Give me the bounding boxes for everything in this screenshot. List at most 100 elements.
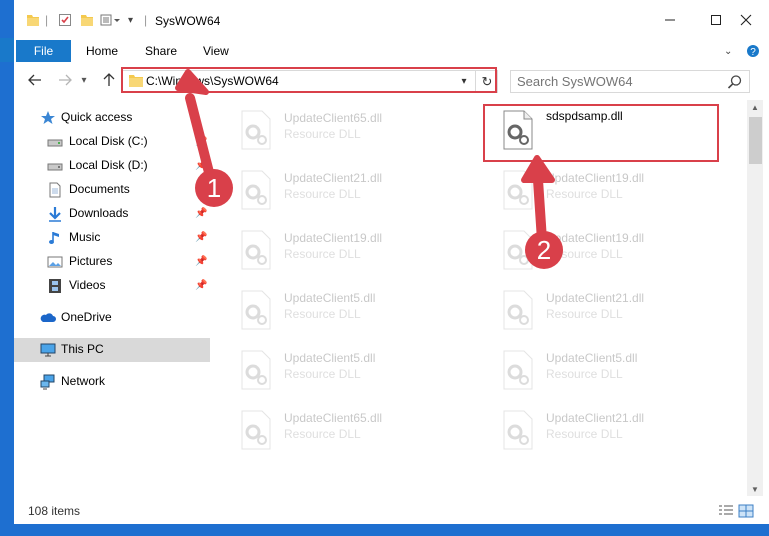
separator: |	[45, 13, 49, 27]
vertical-scrollbar[interactable]: ▲ ▼	[747, 100, 763, 496]
dll-file-icon	[241, 230, 271, 270]
file-name: UpdateClient5.dll	[546, 351, 638, 365]
pin-icon[interactable]: 📌	[195, 280, 207, 292]
sidebar-item-onedrive[interactable]: OneDrive	[14, 306, 210, 330]
film-icon	[49, 279, 61, 293]
dropdown-arrow-icon[interactable]: ▾	[128, 10, 133, 30]
dll-file-icon	[241, 290, 271, 330]
dll-file-icon	[503, 350, 533, 390]
file-item[interactable]: UpdateClient5.dll Resource DLL	[224, 280, 464, 336]
file-item[interactable]: UpdateClient5.dll Resource DLL	[486, 340, 726, 396]
pictures-icon	[47, 256, 63, 268]
ribbon-tabs: File Home Share View ⌄ ?	[14, 40, 769, 62]
file-item[interactable]: UpdateClient19.dll Resource DLL	[486, 160, 726, 216]
file-item[interactable]: UpdateClient65.dll Resource DLL	[224, 100, 464, 156]
file-item[interactable]: UpdateClient21.dll Resource DLL	[486, 280, 726, 336]
pin-icon[interactable]: 📌	[195, 184, 207, 196]
separator: |	[144, 13, 148, 27]
file-name: UpdateClient19.dll	[546, 231, 645, 245]
pin-icon[interactable]: 📌	[195, 160, 207, 172]
folder-icon	[26, 10, 40, 30]
recent-locations-icon[interactable]: ▾	[78, 70, 90, 90]
window-title: SysWOW64	[155, 14, 221, 28]
dll-file-icon	[241, 410, 271, 450]
file-name: UpdateClient21.dll	[546, 291, 645, 305]
address-bar-highlight	[121, 67, 497, 93]
sidebar-item-music[interactable]: Music 📌	[14, 226, 210, 250]
file-item[interactable]: UpdateClient19.dll Resource DLL	[486, 220, 726, 276]
file-type: Resource DLL	[284, 247, 361, 261]
tab-file[interactable]: File	[16, 40, 71, 62]
svg-text:?: ?	[750, 47, 756, 58]
sidebar-item-local-disk-d[interactable]: Local Disk (D:) 📌	[14, 154, 210, 178]
scrollbar-thumb[interactable]	[749, 117, 762, 164]
sidebar-item-network[interactable]: Network	[14, 370, 210, 394]
pin-icon[interactable]: 📌	[195, 256, 207, 268]
tab-view[interactable]: View	[203, 40, 229, 62]
sidebar-item-videos[interactable]: Videos 📌	[14, 274, 210, 298]
help-icon[interactable]: ?	[746, 40, 760, 62]
cloud-icon	[40, 313, 56, 322]
tab-share[interactable]: Share	[145, 40, 177, 62]
customize-quick-access-icon[interactable]	[100, 10, 124, 30]
sidebar-item-this-pc[interactable]: This PC	[14, 338, 210, 362]
navigation-pane: Quick access Local Disk (C:) 📌 Local Dis…	[14, 100, 210, 496]
sidebar-item-label: This PC	[61, 342, 104, 356]
forward-arrow-icon[interactable]	[54, 70, 76, 90]
pin-icon[interactable]: 📌	[195, 208, 207, 220]
tab-home[interactable]: Home	[86, 40, 118, 62]
file-type: Resource DLL	[284, 127, 361, 141]
up-arrow-icon[interactable]	[98, 70, 120, 90]
scroll-down-icon[interactable]: ▼	[747, 482, 763, 496]
sidebar-item-label: Documents	[69, 182, 130, 196]
desktop-bottom-edge	[0, 524, 769, 536]
drive-icon	[47, 163, 63, 171]
sidebar-item-label: OneDrive	[61, 310, 112, 324]
pin-icon[interactable]: 📌	[195, 232, 207, 244]
documents-icon	[49, 182, 61, 198]
close-button[interactable]	[723, 0, 769, 40]
file-item[interactable]: UpdateClient21.dll Resource DLL	[486, 400, 726, 456]
minimize-button[interactable]	[647, 0, 693, 40]
sidebar-item-label: Network	[61, 374, 106, 388]
new-folder-icon[interactable]	[80, 10, 94, 30]
file-name: UpdateClient19.dll	[546, 171, 645, 185]
scroll-up-icon[interactable]: ▲	[747, 100, 763, 114]
sidebar-item-label: Videos	[69, 278, 106, 292]
sidebar-item-local-disk-c[interactable]: Local Disk (C:) 📌	[14, 130, 210, 154]
file-type: Resource DLL	[546, 367, 623, 381]
file-type: Resource DLL	[284, 307, 361, 321]
pin-icon[interactable]: 📌	[195, 136, 207, 148]
file-name: UpdateClient21.dll	[284, 171, 383, 185]
large-icons-view-icon[interactable]	[738, 504, 754, 518]
file-name: UpdateClient21.dll	[546, 411, 645, 425]
file-type: Resource DLL	[546, 187, 623, 201]
file-item[interactable]: UpdateClient5.dll Resource DLL	[224, 340, 464, 396]
file-name: UpdateClient5.dll	[284, 351, 376, 365]
properties-icon[interactable]	[58, 10, 72, 30]
file-highlight	[483, 104, 719, 162]
search-input[interactable]	[511, 71, 727, 92]
sidebar-item-quick-access[interactable]: Quick access	[14, 106, 210, 130]
file-type: Resource DLL	[546, 427, 623, 441]
details-view-icon[interactable]	[718, 504, 734, 518]
expand-ribbon-icon[interactable]: ⌄	[724, 40, 732, 62]
sidebar-item-label: Downloads	[69, 206, 129, 220]
dll-file-icon	[503, 170, 533, 210]
dll-file-icon	[503, 410, 533, 450]
sidebar-item-pictures[interactable]: Pictures 📌	[14, 250, 210, 274]
file-name: UpdateClient19.dll	[284, 231, 383, 245]
drive-icon	[47, 139, 63, 147]
file-item[interactable]: UpdateClient65.dll Resource DLL	[224, 400, 464, 456]
sidebar-item-downloads[interactable]: Downloads 📌	[14, 202, 210, 226]
file-item[interactable]: UpdateClient19.dll Resource DLL	[224, 220, 464, 276]
file-type: Resource DLL	[284, 427, 361, 441]
back-arrow-icon[interactable]	[24, 70, 46, 90]
sidebar-item-documents[interactable]: Documents 📌	[14, 178, 210, 202]
status-bar: 108 items	[14, 496, 769, 524]
search-box[interactable]	[510, 70, 750, 93]
file-type: Resource DLL	[546, 247, 623, 261]
search-icon[interactable]	[727, 74, 743, 90]
file-type: Resource DLL	[284, 187, 361, 201]
file-item[interactable]: UpdateClient21.dll Resource DLL	[224, 160, 464, 216]
